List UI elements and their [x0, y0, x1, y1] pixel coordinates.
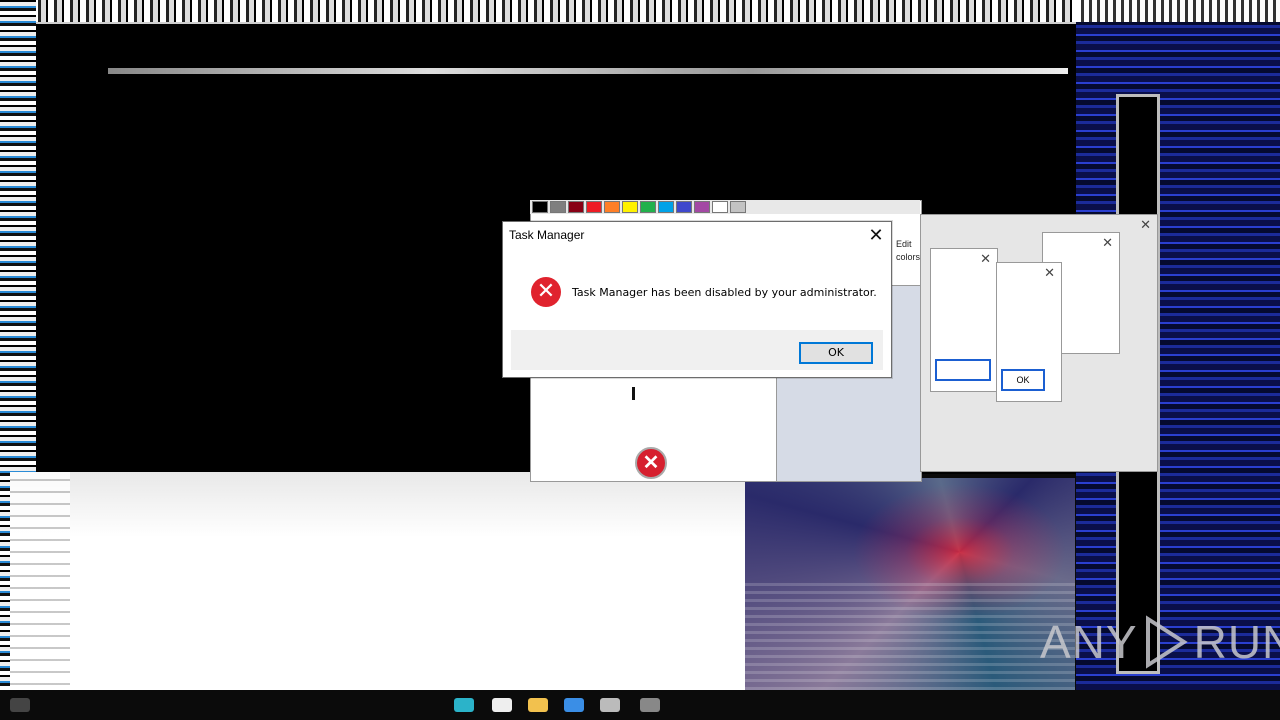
dialog-message: Task Manager has been disabled by your a… — [572, 286, 877, 299]
task-view-icon[interactable] — [492, 698, 512, 712]
dialog-footer: OK — [511, 330, 883, 370]
color-palette — [530, 200, 920, 214]
palette-swatch — [730, 201, 746, 213]
palette-swatch — [550, 201, 566, 213]
ghost-dialog-c: ✕ — [930, 248, 998, 392]
text-cursor-icon — [632, 387, 635, 400]
palette-swatch — [586, 201, 602, 213]
palette-swatch — [622, 201, 638, 213]
network-icon[interactable] — [640, 698, 660, 712]
ghost-dialog-d: ✕ OK — [996, 262, 1062, 402]
palette-swatch — [676, 201, 692, 213]
search-icon[interactable] — [454, 698, 474, 712]
palette-swatch — [694, 201, 710, 213]
palette-swatch — [532, 201, 548, 213]
palette-swatch — [712, 201, 728, 213]
explorer-icon[interactable] — [528, 698, 548, 712]
edit-label: Edit — [896, 239, 912, 249]
dialog-title: Task Manager — [509, 228, 585, 242]
close-icon: ✕ — [980, 251, 991, 266]
colors-label: colors — [896, 252, 921, 262]
glitch-noise-top-right — [1076, 0, 1280, 22]
start-icon[interactable] — [10, 698, 30, 712]
store-icon[interactable] — [600, 698, 620, 712]
palette-swatch — [658, 201, 674, 213]
close-button[interactable]: ✕ — [861, 222, 891, 248]
error-icon: ✕ — [531, 277, 561, 307]
ghost-ok-button: OK — [1001, 369, 1045, 391]
anyrun-watermark: ANY RUN — [1040, 612, 1280, 672]
palette-swatch — [568, 201, 584, 213]
edge-icon[interactable] — [564, 698, 584, 712]
close-icon: ✕ — [1102, 235, 1113, 250]
glitch-noise-lower-left — [10, 472, 70, 690]
close-icon: ✕ — [1140, 217, 1151, 232]
close-icon: ✕ — [1044, 265, 1055, 280]
white-desktop-area — [10, 472, 750, 690]
glitch-tunnel-stripes — [745, 580, 1075, 690]
play-icon — [1145, 615, 1188, 669]
black-window-bar — [108, 68, 1068, 74]
palette-swatch — [640, 201, 656, 213]
palette-swatch — [604, 201, 620, 213]
watermark-text-right: RUN — [1193, 616, 1280, 668]
watermark-text-left: ANY — [1040, 616, 1138, 668]
ghost-paint-labels: Edit colors — [896, 238, 920, 264]
ok-button[interactable]: OK — [799, 342, 873, 364]
task-manager-dialog: Task Manager ✕ ✕ Task Manager has been d… — [502, 221, 892, 378]
ghost-button — [935, 359, 991, 381]
taskbar — [0, 690, 1280, 720]
error-icon: ✕ — [635, 447, 667, 479]
